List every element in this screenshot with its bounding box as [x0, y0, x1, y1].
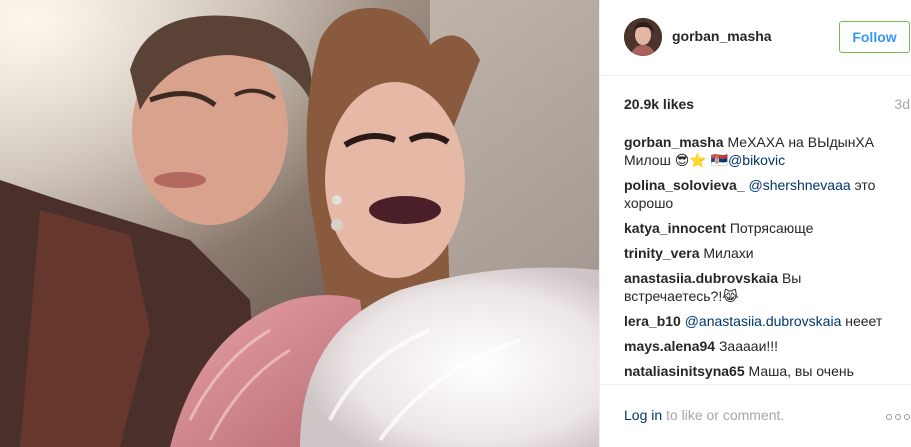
- avatar-image: [624, 18, 662, 56]
- comment-text: Потрясающе: [725, 220, 814, 236]
- comment-item: anastasiia.dubrovskaia Вы встречаетесь?!…: [624, 269, 894, 305]
- login-prompt: Log in to like or comment.: [624, 407, 784, 423]
- username[interactable]: gorban_masha: [672, 28, 772, 44]
- comment-item: polina_solovieva_ @shershnevaaa это хоро…: [624, 176, 894, 212]
- dot: [895, 414, 901, 420]
- comment-item: nataliasinitsyna65 Маша, вы очень: [624, 362, 894, 379]
- post-sidebar: gorban_masha Follow 20.9k likes 3d gorba…: [599, 0, 911, 447]
- instagram-post: gorban_masha Follow 20.9k likes 3d gorba…: [0, 0, 911, 447]
- photo-selfie-couple: [0, 0, 599, 447]
- follow-button[interactable]: Follow: [839, 21, 910, 53]
- dot: [886, 414, 892, 420]
- comment-mention[interactable]: @bikovic: [728, 152, 785, 168]
- comment-item: lera_b10 @anastasiia.dubrovskaia нееет: [624, 312, 894, 330]
- comment-item: katya_innocent Потрясающе: [624, 219, 894, 237]
- more-options-icon[interactable]: [886, 413, 911, 421]
- comment-text: нееет: [841, 313, 883, 329]
- post-photo[interactable]: [0, 0, 599, 447]
- post-stats: 20.9k likes 3d: [624, 96, 910, 116]
- login-prompt-text: to like or comment.: [662, 407, 785, 423]
- avatar[interactable]: [624, 18, 662, 56]
- comment-author[interactable]: lera_b10: [624, 313, 681, 329]
- comment-mention[interactable]: @anastasiia.dubrovskaia: [685, 313, 842, 329]
- comment-author[interactable]: mays.alena94: [624, 338, 715, 354]
- time-ago[interactable]: 3d: [894, 96, 910, 112]
- comment-text: Маша, вы очень: [744, 363, 854, 379]
- comment-author[interactable]: gorban_masha: [624, 134, 724, 150]
- comment-author[interactable]: katya_innocent: [624, 220, 726, 236]
- comment-text: Зааааи!!!: [715, 338, 779, 354]
- comment-author[interactable]: anastasiia.dubrovskaia: [624, 270, 778, 286]
- comment-author[interactable]: trinity_vera: [624, 245, 699, 261]
- login-link[interactable]: Log in: [624, 407, 662, 423]
- post-footer: Log in to like or comment.: [600, 384, 911, 447]
- post-header: gorban_masha Follow: [600, 0, 911, 76]
- comment-item: trinity_vera Милахи: [624, 244, 894, 262]
- comment-item: mays.alena94 Зааааи!!!: [624, 337, 894, 355]
- comment-text: Милахи: [699, 245, 754, 261]
- comment-item: gorban_masha МеХАХА на ВЫдынХА Милош 😎⭐ …: [624, 133, 894, 169]
- comment-mention[interactable]: @shershnevaaa: [749, 177, 851, 193]
- comment-author[interactable]: polina_solovieva_: [624, 177, 745, 193]
- comment-author[interactable]: nataliasinitsyna65: [624, 363, 745, 379]
- likes-count[interactable]: 20.9k likes: [624, 96, 694, 112]
- comments-list[interactable]: gorban_masha МеХАХА на ВЫдынХА Милош 😎⭐ …: [624, 133, 894, 379]
- dot: [904, 414, 910, 420]
